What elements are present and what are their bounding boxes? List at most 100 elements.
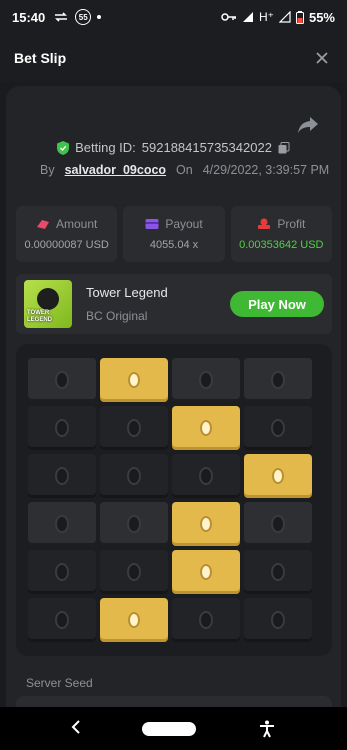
coin-icon	[55, 563, 69, 581]
game-thumbnail-text: TOWER LEGEND	[27, 310, 53, 323]
tower-tile	[244, 358, 312, 402]
payout-icon	[145, 219, 159, 229]
coin-icon	[55, 419, 69, 437]
stat-payout-label-text: Payout	[165, 217, 203, 231]
home-button[interactable]	[142, 721, 197, 736]
profit-icon	[258, 218, 271, 229]
egg-icon	[272, 468, 284, 484]
stat-amount-label-text: Amount	[55, 217, 98, 231]
egg-icon	[200, 516, 212, 532]
tower-tile	[172, 358, 240, 402]
stat-amount-value: 0.00000087 USD	[24, 239, 109, 251]
tower-tile	[28, 406, 96, 450]
tower-tile	[244, 550, 312, 594]
game-name: Tower Legend	[86, 285, 168, 300]
battery-icon	[295, 10, 304, 24]
stat-profit-label-text: Profit	[277, 217, 306, 231]
vpn-key-icon	[221, 13, 236, 21]
status-time: 15:40	[12, 9, 46, 25]
betting-id-label: Betting ID:	[75, 140, 136, 155]
shield-check-icon	[57, 140, 70, 155]
coin-icon	[271, 515, 285, 533]
sync-icon	[55, 12, 68, 22]
tower-tile	[100, 406, 168, 450]
copy-icon[interactable]	[278, 141, 290, 154]
tower-grid-tiles	[28, 358, 320, 642]
bet-datetime: 4/29/2022, 3:39:57 PM	[202, 163, 330, 177]
coin-icon	[271, 611, 285, 629]
betting-id-row: Betting ID: 592188415735342022	[6, 140, 341, 155]
tower-tile	[172, 598, 240, 642]
stat-payout-label: Payout	[145, 217, 203, 231]
tower-tile	[100, 550, 168, 594]
coin-icon	[127, 515, 141, 533]
coin-icon	[199, 611, 213, 629]
close-icon	[316, 52, 328, 64]
back-button[interactable]	[71, 718, 81, 739]
tower-tile	[28, 454, 96, 498]
play-now-button[interactable]: Play Now	[230, 291, 324, 317]
coin-icon	[127, 563, 141, 581]
page-title: Bet Slip	[14, 50, 67, 66]
bet-detail-sheet: Betting ID: 592188415735342022 By salvad…	[6, 86, 341, 726]
coin-icon	[199, 371, 213, 389]
bet-slip-header: Bet Slip	[0, 34, 347, 82]
tower-tile-revealed	[172, 406, 240, 450]
back-chevron-icon	[71, 720, 80, 734]
betting-id-value: 592188415735342022	[141, 140, 272, 155]
coin-icon	[55, 611, 69, 629]
bet-slip-content: Betting ID: 592188415735342022 By salvad…	[0, 82, 347, 726]
tower-tile-revealed	[100, 598, 168, 642]
android-nav-bar	[0, 707, 347, 750]
notification-dot	[97, 15, 102, 19]
egg-icon	[200, 420, 212, 436]
tower-tile	[28, 598, 96, 642]
game-subtitle: BC Original	[86, 309, 148, 323]
coin-icon	[55, 371, 69, 389]
stat-profit: Profit 0.00353642 USD	[230, 206, 332, 262]
username-link[interactable]: salvador_09coco	[65, 163, 166, 177]
coin-icon	[271, 371, 285, 389]
tower-tile	[100, 502, 168, 546]
tower-tile	[244, 502, 312, 546]
share-icon[interactable]	[297, 116, 319, 134]
egg-icon	[128, 372, 140, 388]
game-info: Tower Legend BC Original	[86, 285, 168, 323]
tower-tile	[28, 502, 96, 546]
game-thumbnail: TOWER LEGEND	[24, 280, 72, 328]
coin-icon	[55, 515, 69, 533]
tower-tile	[28, 550, 96, 594]
egg-icon	[128, 612, 140, 628]
tower-tile-revealed	[172, 550, 240, 594]
server-seed-label: Server Seed	[26, 676, 93, 690]
game-card: TOWER LEGEND Tower Legend BC Original Pl…	[16, 274, 332, 334]
coin-icon	[271, 419, 285, 437]
stat-amount: Amount 0.00000087 USD	[16, 206, 118, 262]
network-type: H⁺	[258, 10, 274, 24]
bet-author-row: By salvador_09coco On 4/29/2022, 3:39:57…	[40, 163, 329, 177]
cell-signal-icon	[278, 11, 291, 23]
tower-tile	[172, 454, 240, 498]
tower-grid	[16, 344, 332, 656]
tower-tile	[244, 598, 312, 642]
status-bar: 15:40 55 H⁺ 55%	[0, 0, 347, 34]
wifi-signal-icon	[242, 12, 253, 22]
coin-icon	[127, 467, 141, 485]
battery-percent: 55%	[308, 9, 335, 25]
tower-tile-revealed	[244, 454, 312, 498]
tower-tile	[244, 406, 312, 450]
coin-icon	[55, 467, 69, 485]
stat-amount-label: Amount	[36, 217, 97, 231]
coin-icon	[271, 563, 285, 581]
stats-row: Amount 0.00000087 USD Payout 4055.04 x P…	[16, 206, 332, 262]
game-thumbnail-figure	[37, 288, 59, 310]
tower-tile	[28, 358, 96, 402]
close-button[interactable]	[311, 47, 333, 69]
coin-icon	[199, 467, 213, 485]
accessibility-icon[interactable]	[258, 720, 276, 738]
amount-icon	[36, 220, 49, 229]
stat-profit-label: Profit	[257, 217, 305, 231]
stat-payout-value: 4055.04 x	[149, 239, 199, 251]
tower-tile-revealed	[172, 502, 240, 546]
tower-tile	[100, 454, 168, 498]
